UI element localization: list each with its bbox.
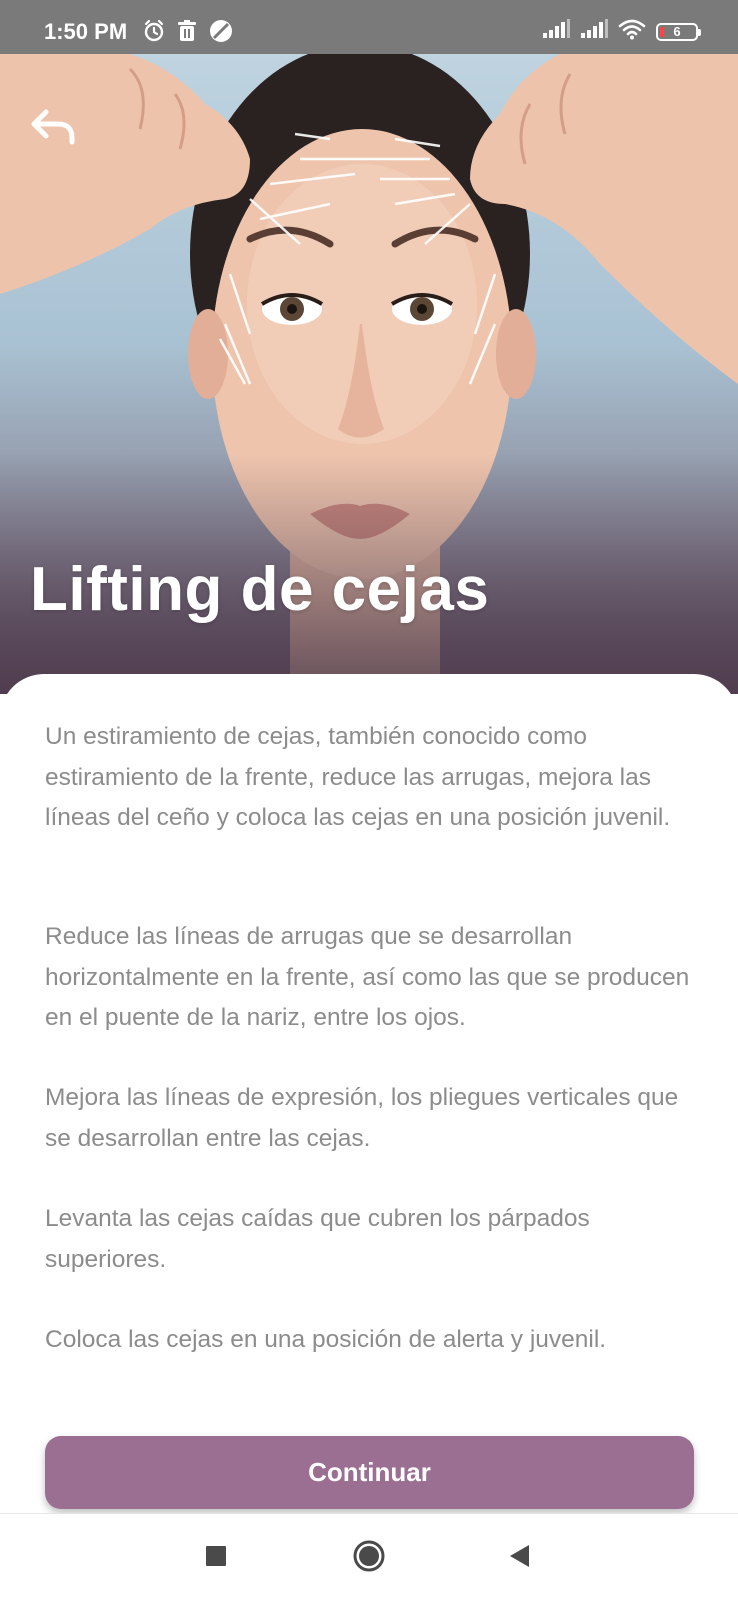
page-title: Lifting de cejas	[30, 555, 490, 624]
navigation-bar	[0, 1513, 738, 1601]
back-button[interactable]	[30, 106, 86, 156]
status-icons-right: 6	[542, 18, 701, 45]
no-disturb-icon	[208, 18, 234, 49]
recents-icon	[204, 1544, 228, 1573]
status-time: 1:50 PM	[44, 19, 128, 44]
description-paragraph: Reduce las líneas de arrugas que se desa…	[45, 923, 690, 1031]
home-icon	[352, 1539, 386, 1578]
status-bar: 1:50 PM 6	[0, 0, 738, 54]
content-card: Un estiramiento de cejas, también conoci…	[0, 674, 738, 1514]
recents-button[interactable]	[196, 1538, 236, 1578]
trash-icon	[176, 19, 198, 48]
description-paragraph: Coloca las cejas en una posición de aler…	[45, 1326, 607, 1353]
description-paragraph: Un estiramiento de cejas, también conoci…	[45, 723, 671, 831]
description-paragraph: Mejora las líneas de expresión, los plie…	[45, 1084, 679, 1152]
battery-level: 6	[673, 23, 681, 39]
wifi-icon	[618, 18, 646, 45]
nav-back-button[interactable]	[500, 1538, 540, 1578]
battery-icon: 6	[656, 22, 701, 41]
nav-back-icon	[507, 1543, 533, 1574]
signal-icon	[542, 19, 570, 44]
continue-button[interactable]: Continuar	[45, 1436, 694, 1509]
home-button[interactable]	[349, 1538, 389, 1578]
hero-image: Lifting de cejas	[0, 54, 738, 694]
alarm-icon	[142, 19, 166, 48]
description-paragraph: Levanta las cejas caídas que cubren los …	[45, 1205, 590, 1273]
signal-icon	[580, 19, 608, 44]
status-icons-left	[142, 18, 234, 49]
